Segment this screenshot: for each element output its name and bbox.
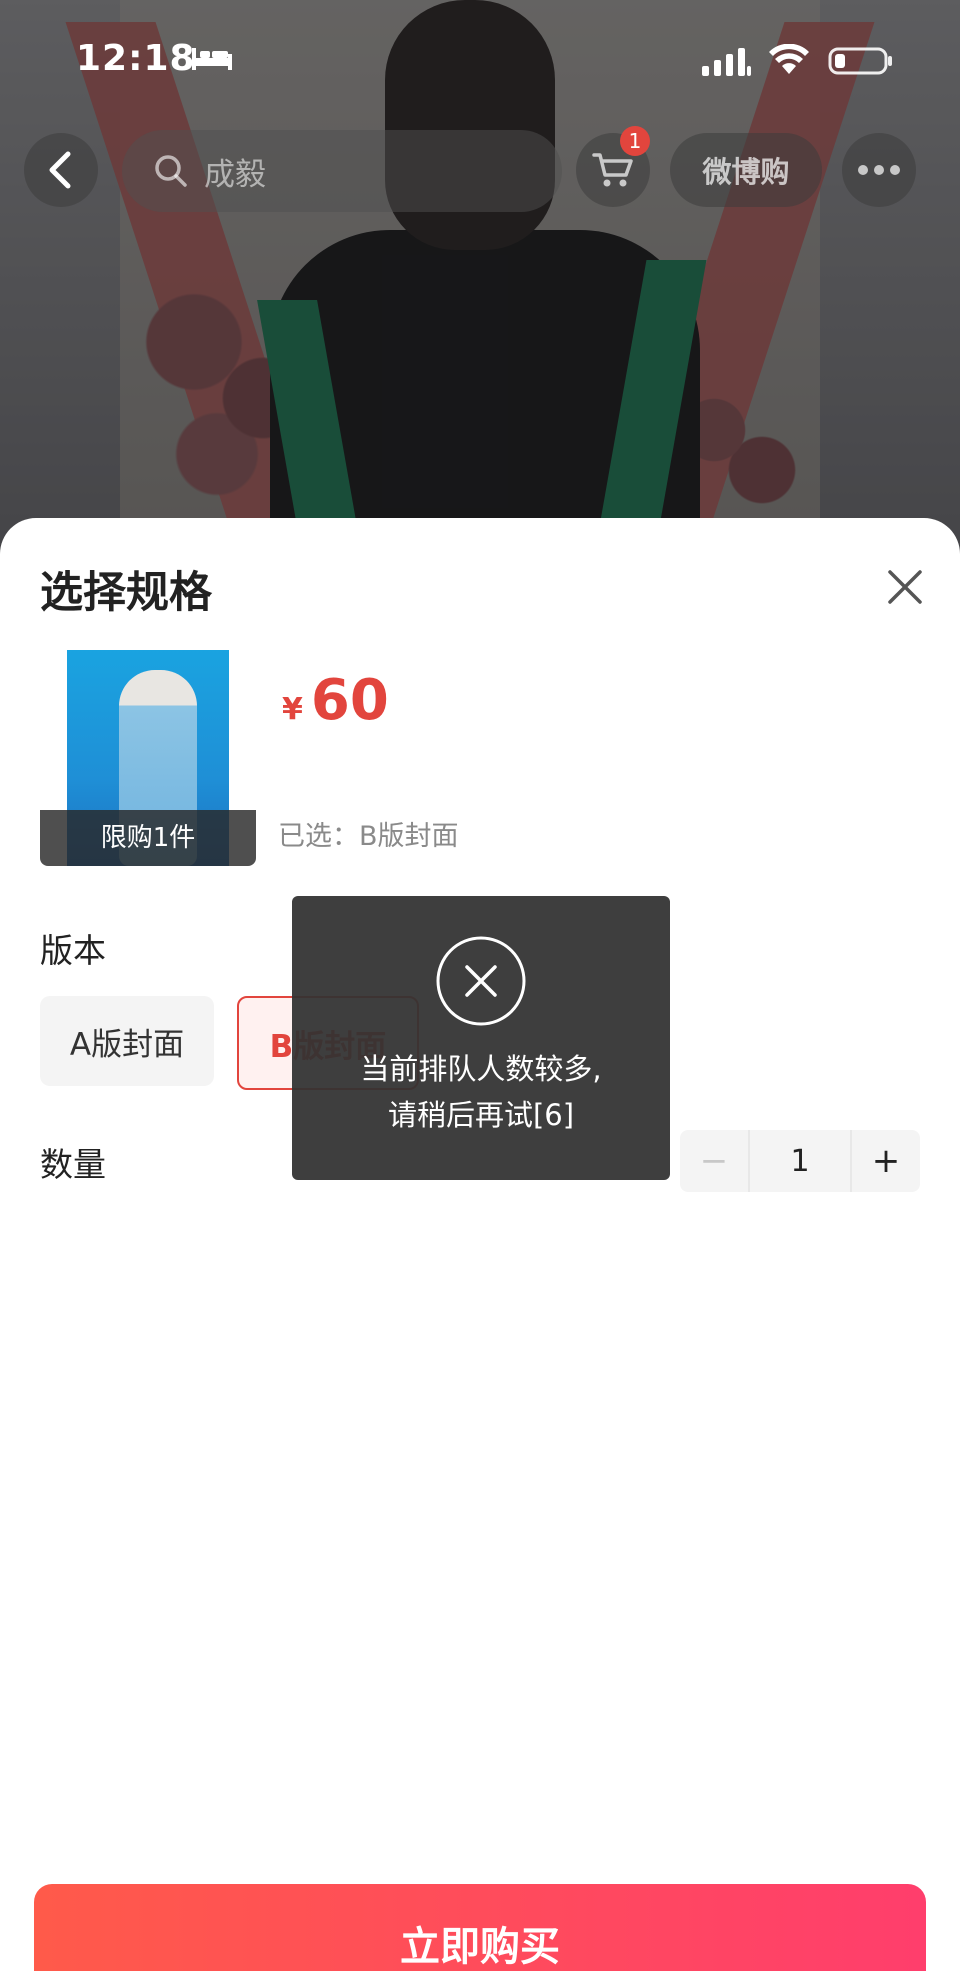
back-button[interactable] [24, 133, 98, 207]
top-nav: 成毅 1 微博购 [0, 126, 960, 212]
quantity-increase-button[interactable]: + [852, 1130, 920, 1192]
more-button[interactable] [842, 133, 916, 207]
search-query-text: 成毅 [204, 156, 266, 193]
error-x-circle-icon [436, 936, 526, 1026]
buy-now-button[interactable]: 立即购买 [34, 1884, 926, 1971]
cart-count-badge: 1 [620, 126, 650, 156]
price: ¥ 60 [282, 668, 389, 733]
selected-spec: 已选： B版封面 [278, 814, 459, 853]
sheet-title: 选择规格 [40, 568, 212, 618]
sleep-mode-icon [192, 48, 232, 70]
status-bar: 12:18 [0, 30, 960, 94]
product-thumbnail[interactable]: 限购1件 [40, 650, 256, 866]
search-bar[interactable]: 成毅 [122, 130, 562, 212]
price-amount: 60 [310, 668, 389, 733]
close-icon[interactable] [880, 562, 930, 612]
version-label: 版本 [40, 931, 106, 970]
back-arrow-icon [49, 151, 71, 189]
quantity-label: 数量 [40, 1145, 106, 1184]
weibo-shop-button[interactable]: 微博购 [670, 133, 822, 207]
version-option-a[interactable]: A版封面 [40, 996, 214, 1086]
cart-icon [592, 153, 633, 187]
toast-line-2: 请稍后再试[6] [387, 1098, 575, 1132]
toast-message: 当前排队人数较多, 请稍后再试[6] [292, 1046, 670, 1138]
purchase-limit-badge: 限购1件 [40, 810, 256, 866]
selected-spec-prefix: 已选： [278, 821, 359, 852]
signal-icon [702, 48, 751, 76]
quantity-stepper: − 1 + [680, 1130, 920, 1192]
selected-spec-value: B版封面 [359, 821, 459, 852]
status-time: 12:18 [76, 38, 196, 79]
wifi-icon [769, 44, 809, 74]
error-toast: 当前排队人数较多, 请稍后再试[6] [292, 896, 670, 1180]
spec-select-sheet: 选择规格 限购1件 ¥ 60 已选： B版封面 版本 A版封面 B版封面 数量 … [0, 518, 960, 1971]
quantity-decrease-button[interactable]: − [680, 1130, 748, 1192]
more-dots-icon [858, 165, 900, 175]
quantity-value[interactable]: 1 [748, 1130, 852, 1192]
search-icon [155, 155, 187, 187]
battery-icon [828, 47, 892, 75]
toast-line-1: 当前排队人数较多, [360, 1052, 602, 1086]
price-currency: ¥ [282, 692, 303, 727]
